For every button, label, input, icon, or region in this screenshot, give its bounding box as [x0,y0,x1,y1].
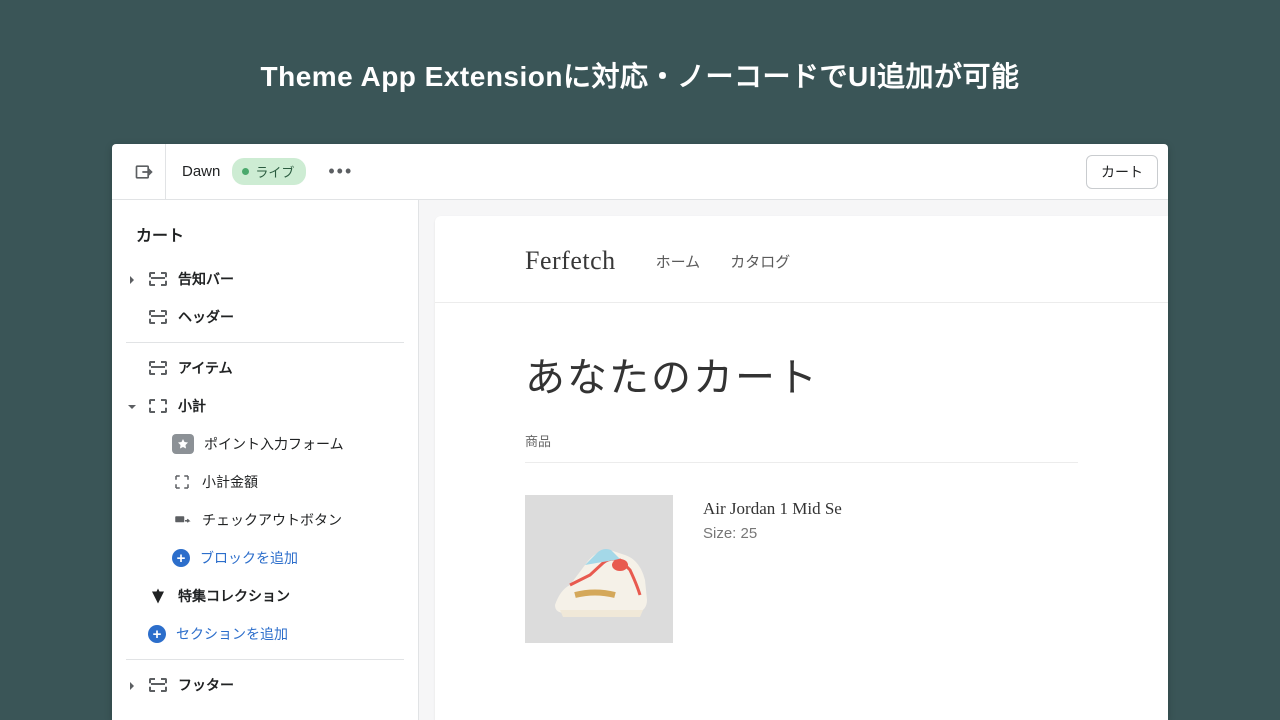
add-circle-icon [172,549,190,567]
block-label: 小計金額 [202,472,404,492]
preview-area: Ferfetch ホーム カタログ あなたのカート 商品 [419,200,1168,720]
fullscreen-icon [172,472,192,492]
section-items[interactable]: アイテム [112,349,418,387]
add-section-button[interactable]: セクションを追加 [112,615,418,653]
section-label: アイテム [178,358,404,378]
preview-frame: Ferfetch ホーム カタログ あなたのカート 商品 [435,216,1168,720]
theme-name: Dawn [182,163,220,180]
top-bar: Dawn ライブ ••• カート [112,144,1168,200]
app-block-icon [172,434,194,454]
section-label: フッター [178,675,404,695]
block-checkout-button[interactable]: チェックアウトボタン [112,501,418,539]
section-icon [148,358,168,378]
section-icon [148,307,168,327]
nav-catalog[interactable]: カタログ [730,251,790,272]
button-icon [172,510,192,530]
product-name: Air Jordan 1 Mid Se [703,499,842,519]
exit-icon [134,162,154,182]
section-icon [148,269,168,289]
chevron-down-icon [126,400,138,412]
exit-editor-button[interactable] [122,144,166,200]
add-section-label: セクションを追加 [176,624,404,644]
store-logo[interactable]: Ferfetch [525,246,616,276]
chevron-right-icon [126,679,138,691]
section-footer[interactable]: フッター [112,666,418,704]
section-label: 小計 [178,396,404,416]
product-image[interactable] [525,495,673,643]
block-label: チェックアウトボタン [202,510,404,530]
chevron-right-icon [126,273,138,285]
add-circle-icon [148,625,166,643]
section-label: 告知バー [178,269,404,289]
live-badge: ライブ [232,158,306,185]
sneaker-icon [525,495,673,643]
section-subtotal[interactable]: 小計 [112,387,418,425]
live-dot-icon [242,168,249,175]
block-point-form[interactable]: ポイント入力フォーム [112,425,418,463]
page-banner-title: Theme App Extensionに対応・ノーコードでUI追加が可能 [0,0,1280,135]
sidebar: カート 告知バー ヘッダー アイテム [112,200,419,720]
sidebar-heading: カート [112,214,418,260]
block-subtotal-amount[interactable]: 小計金額 [112,463,418,501]
nav-home[interactable]: ホーム [656,251,701,272]
template-switcher-button[interactable]: カート [1086,155,1158,189]
add-block-label: ブロックを追加 [200,548,404,568]
add-block-button[interactable]: ブロックを追加 [112,539,418,577]
section-featured-collection[interactable]: 特集コレクション [112,577,418,615]
block-label: ポイント入力フォーム [204,434,404,454]
section-header[interactable]: ヘッダー [112,298,418,336]
section-icon [148,396,168,416]
section-icon [148,675,168,695]
editor-app-frame: Dawn ライブ ••• カート カート 告知バー ヘッダー [112,144,1168,720]
cart-page-title: あなたのカート [525,345,1078,403]
product-variant: Size: 25 [703,519,842,542]
cart-column-header: 商品 [525,403,1078,463]
section-label: 特集コレクション [178,586,404,606]
more-menu-button[interactable]: ••• [318,155,363,188]
store-header: Ferfetch ホーム カタログ [435,216,1168,303]
section-label: ヘッダー [178,307,404,327]
collection-icon [148,586,168,606]
live-badge-label: ライブ [255,162,294,181]
cart-line-item: Air Jordan 1 Mid Se Size: 25 [525,463,1078,643]
section-announcement-bar[interactable]: 告知バー [112,260,418,298]
